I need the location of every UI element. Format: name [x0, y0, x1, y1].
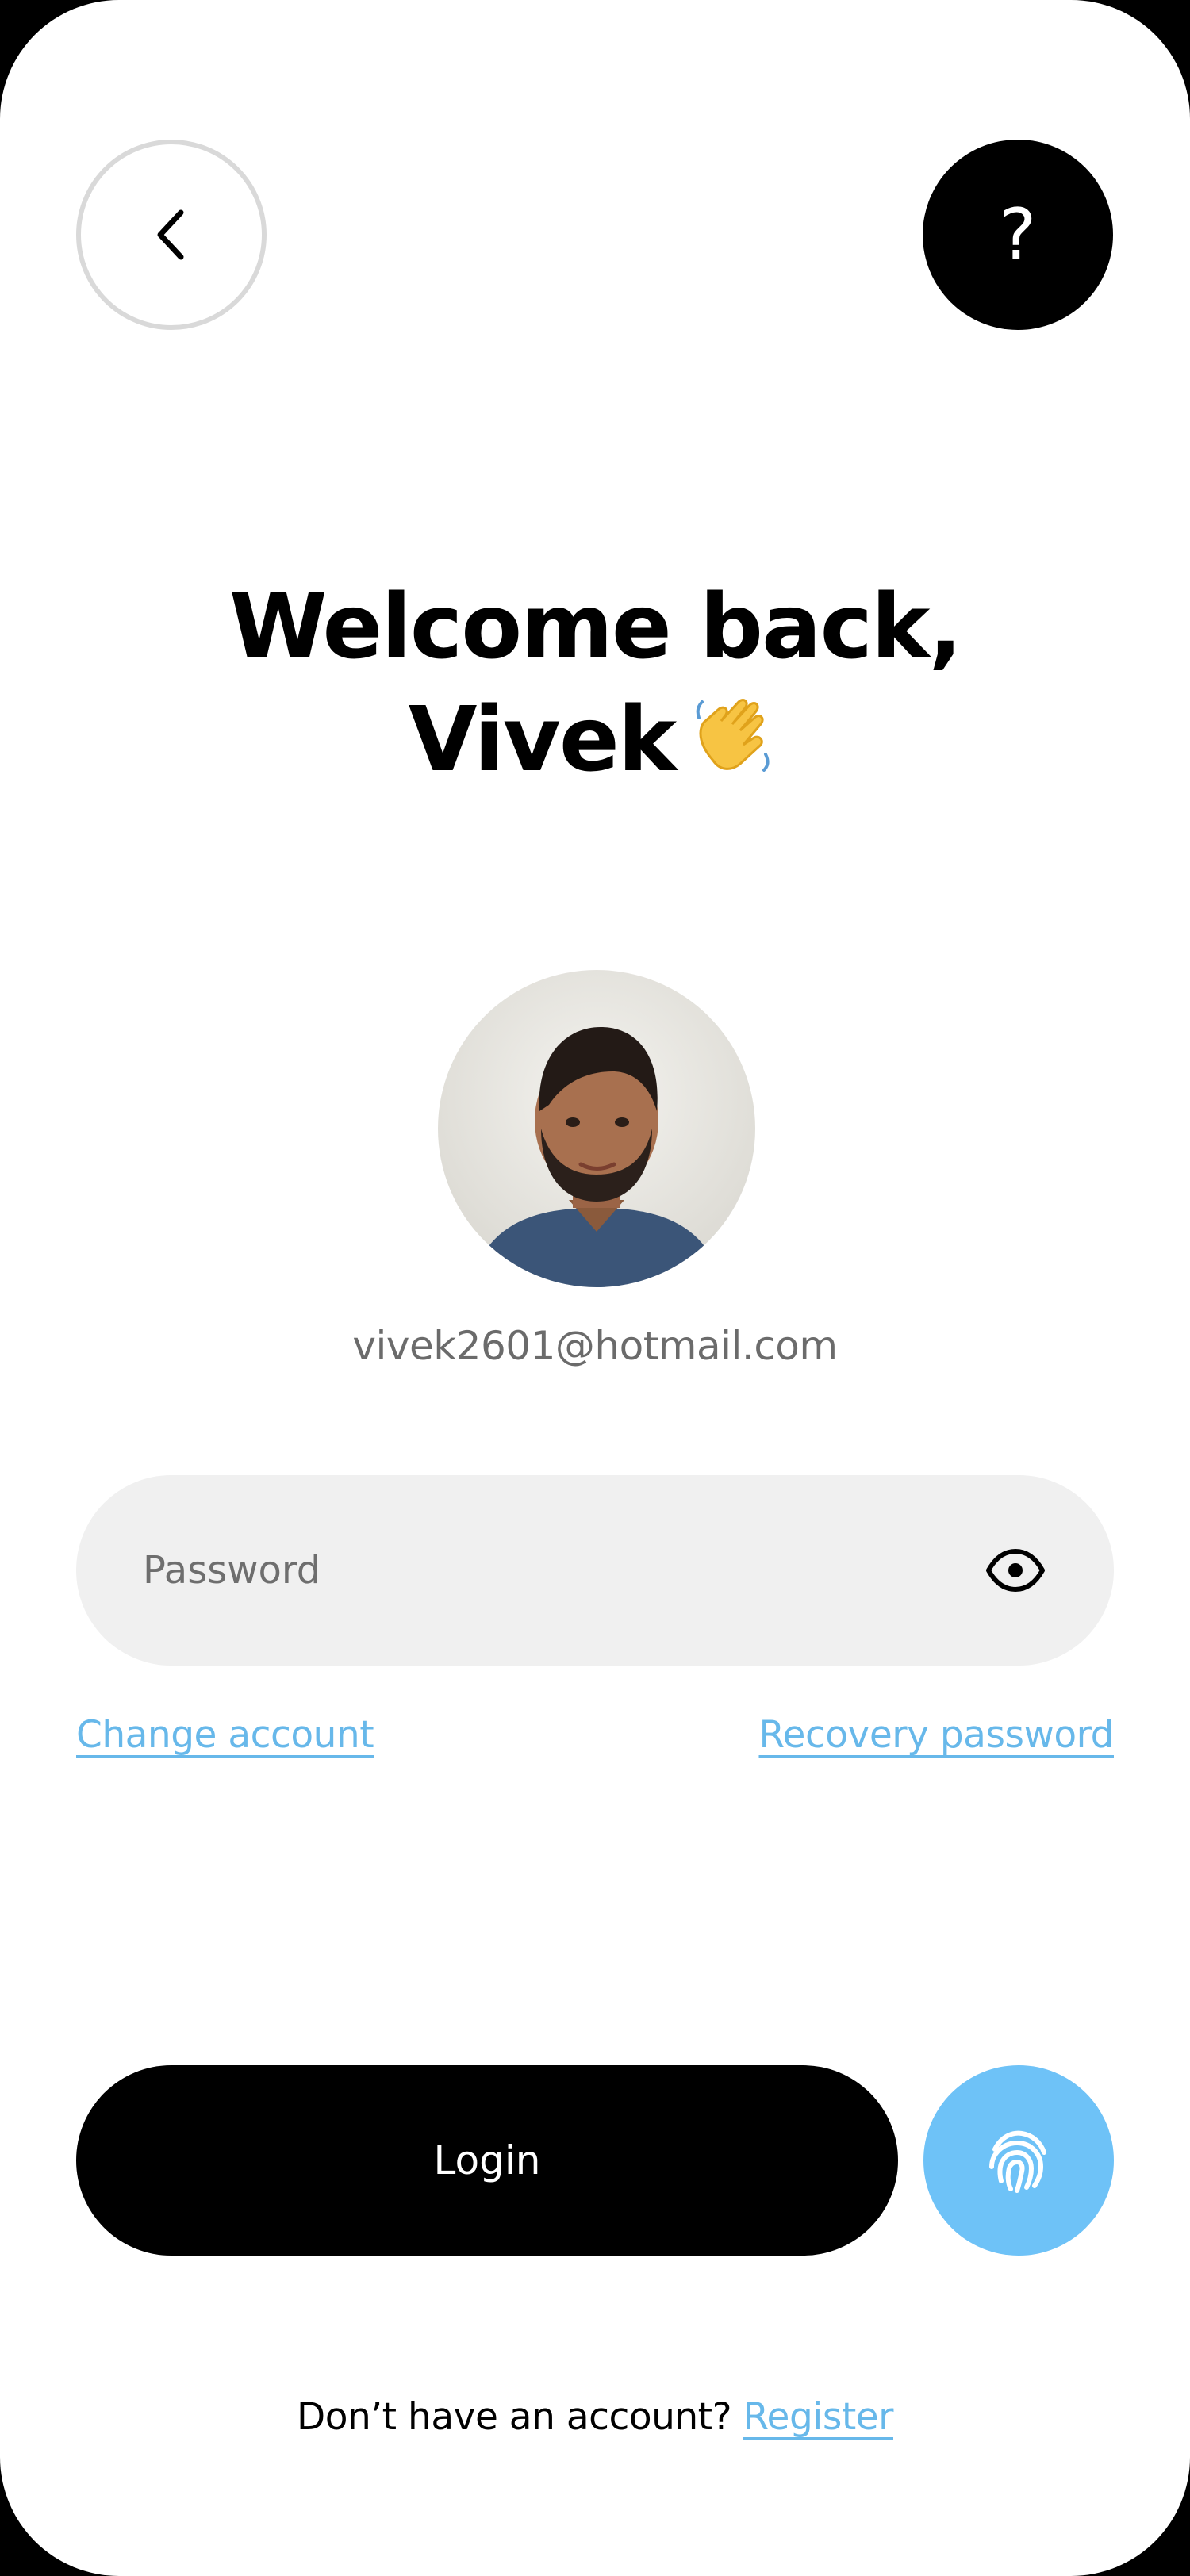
back-button[interactable]: [76, 140, 267, 330]
change-account-link[interactable]: Change account: [76, 1713, 374, 1757]
eye-icon: [986, 1549, 1045, 1592]
help-button[interactable]: ?: [923, 140, 1113, 330]
register-prompt-text: Don’t have an account?: [297, 2395, 732, 2439]
login-button[interactable]: Login: [76, 2065, 898, 2256]
user-avatar-photo: [438, 970, 755, 1287]
fingerprint-login-button[interactable]: [923, 2065, 1114, 2256]
register-prompt: Don’t have an account? Register: [0, 2395, 1190, 2439]
password-field[interactable]: [76, 1475, 1114, 1666]
welcome-line-1: Welcome back,: [228, 576, 962, 679]
recovery-password-link[interactable]: Recovery password: [758, 1713, 1114, 1757]
password-input[interactable]: [143, 1475, 936, 1666]
login-screen: ? Welcome back, Vivek vivek2601@hotmail.…: [0, 0, 1190, 2576]
waving-hand-icon: [686, 688, 781, 809]
user-email: vivek2601@hotmail.com: [352, 1323, 838, 1369]
user-first-name: Vivek: [408, 688, 678, 792]
fingerprint-icon: [989, 2130, 1046, 2193]
user-avatar: [438, 970, 755, 1287]
chevron-left-icon: [157, 209, 184, 260]
toggle-password-visibility-button[interactable]: [980, 1539, 1051, 1602]
register-link[interactable]: Register: [743, 2395, 893, 2439]
login-button-label: Login: [433, 2137, 541, 2183]
help-button-label: ?: [999, 194, 1037, 275]
welcome-heading: Welcome back, Vivek: [0, 571, 1190, 809]
welcome-line-2-wrap: Vivek: [0, 684, 1190, 809]
